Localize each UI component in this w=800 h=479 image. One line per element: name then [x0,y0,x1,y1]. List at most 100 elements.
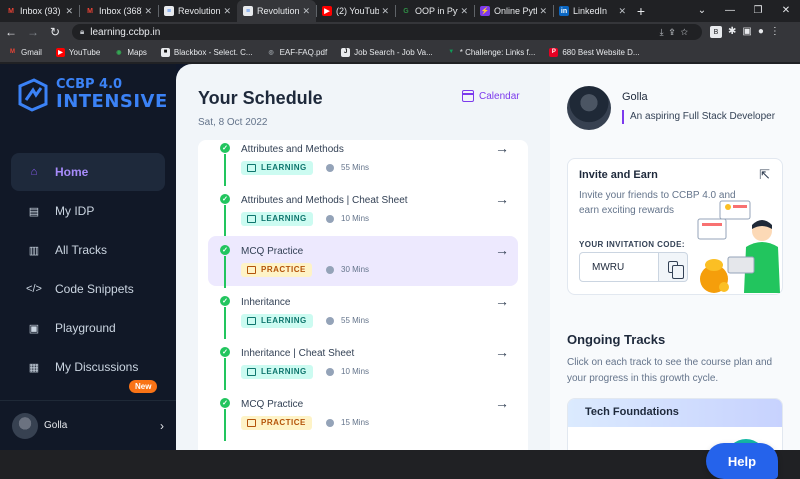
tab-search-icon[interactable]: ⌄ [688,0,716,22]
item-duration: 55 Mins [326,316,369,325]
check-icon: ✓ [220,296,230,306]
track-name: Tech Foundations [568,399,782,427]
minimize-icon[interactable]: — [716,0,744,22]
sidebar: CCBP 4.0 INTENSIVE ⌂ Home ▤ My IDP ▥ All… [0,64,176,450]
browser-tab[interactable]: in LinkedIn ✕ [553,0,632,22]
clock-icon [326,163,334,172]
sidebar-item-label: My IDP [55,204,95,218]
sidebar-item-all-tracks[interactable]: ▥ All Tracks [11,231,165,269]
arrow-right-icon[interactable]: → [495,242,509,258]
close-tab-icon[interactable]: ✕ [144,6,152,17]
clock-icon [326,214,334,223]
user-menu[interactable]: Golla › [0,400,176,450]
browser-tab[interactable]: ≡ Revolution ✕ [158,0,237,22]
right-panel: Golla An aspiring Full Stack Developer I… [550,64,800,450]
close-tab-icon[interactable]: ✕ [381,6,389,17]
browser-tab[interactable]: ▶(2) YouTube✕ [316,0,395,22]
list-item[interactable]: ✓ Inheritance → LEARNING 55 Mins [208,287,518,339]
ccbp-logo[interactable]: CCBP 4.0 INTENSIVE [16,78,168,112]
ccbp-icon: ≡ [243,6,253,16]
sidebar-item-code-snippets[interactable]: </> Code Snippets [11,270,165,308]
schedule-date: Sat, 8 Oct 2022 [198,117,268,128]
calendar-link[interactable]: Calendar [462,90,520,102]
browser-tab[interactable]: ⚡ Online Pyth ✕ [474,0,553,22]
sidebar-item-label: My Discussions [55,360,139,374]
list-item[interactable]: ✓ Attributes and Methods | Cheat Sheet →… [208,185,518,237]
address-bar[interactable]: 🔒︎ learning.ccbp.in ⤓⇪☆ [72,24,702,40]
bookmark-maps[interactable]: ◉ Maps [114,48,147,57]
browser-tab[interactable]: M Inbox (93) ✕ [0,0,79,22]
page-title: Your Schedule [198,88,323,108]
sidebar-item-home[interactable]: ⌂ Home [11,153,165,191]
bookmark-blackbox[interactable]: ■ Blackbox - Select. C... [160,47,253,57]
user-name: Golla [44,420,68,431]
close-tab-icon[interactable]: ✕ [539,6,547,17]
close-tab-icon[interactable]: ✕ [618,6,626,17]
check-icon: ✓ [220,194,230,204]
bookmark-youtube[interactable]: ▶ YouTube [55,47,100,57]
terminal-icon: ▣ [28,322,40,335]
help-button[interactable]: Help [706,443,778,479]
list-item[interactable]: ✓ Inheritance | Cheat Sheet → LEARNING 1… [208,338,518,390]
puzzle-icon[interactable]: ✱ [728,26,736,38]
close-tab-icon[interactable]: ✕ [460,6,468,17]
gmail-icon: M [10,49,15,55]
clipboard-icon [247,266,256,274]
new-tab-icon[interactable]: + [632,0,650,22]
list-item-highlighted[interactable]: ✓ MCQ Practice → PRACTICE 30 Mins [208,236,518,288]
browser-tab[interactable]: GOOP in Pyth✕ [395,0,474,22]
sidebar-item-label: Playground [55,321,116,335]
logo-line1: CCBP 4.0 [56,77,123,92]
arrow-right-icon[interactable]: → [495,395,509,411]
bookmark-pinterest[interactable]: P 680 Best Website D... [549,47,640,57]
item-title: Attributes and Methods | Cheat Sheet [241,195,408,206]
bookmark-eaf-faq[interactable]: ◎ EAF-FAQ.pdf [267,48,327,57]
menu-icon[interactable]: ⋮ [770,26,780,38]
restore-icon[interactable]: ❐ [744,0,772,22]
maps-icon: ◉ [116,49,122,56]
avatar [12,412,38,439]
item-title: MCQ Practice [241,399,304,410]
tab-strip: M Inbox (93) ✕ M Inbox (368) ✕ ≡ Revolution ✕ … [0,0,800,22]
forward-icon[interactable]: → [22,25,44,39]
arrow-right-icon[interactable]: → [495,191,509,207]
profile-icon[interactable]: ● [758,26,764,38]
arrow-right-icon[interactable]: → [495,344,509,360]
close-tab-icon[interactable]: ✕ [65,6,73,17]
sidebar-item-playground[interactable]: ▣ Playground [11,309,165,347]
back-icon[interactable]: ← [0,25,22,39]
profile-name: Golla [622,91,648,103]
browser-tab-active[interactable]: ≡ Revolution ✕ [237,0,316,22]
reload-icon[interactable]: ↻ [44,25,66,39]
bookmark-gmail[interactable]: M Gmail [8,48,42,57]
gmail-icon: M [8,7,14,15]
invite-illustration [697,200,780,293]
sidebar-item-my-idp[interactable]: ▤ My IDP [11,192,165,230]
profile-avatar[interactable] [567,86,611,130]
arrow-right-icon[interactable]: → [495,293,509,309]
close-window-icon[interactable]: ✕ [772,0,800,22]
close-tab-icon[interactable]: ✕ [302,6,310,17]
item-tag: PRACTICE [241,263,312,277]
external-link-icon[interactable]: ⇱ [759,167,770,183]
window-controls: ⌄ — ❐ ✕ [688,0,800,22]
lock-icon: 🔒︎ [80,27,85,36]
address-bar-icons[interactable]: ⤓⇪☆ [660,27,694,38]
bookmark-job-search[interactable]: J Job Search - Job Va... [341,47,433,57]
book-icon: ▥ [28,244,40,257]
browser-toolbar: ← → ↻ 🔒︎ learning.ccbp.in ⤓⇪☆ B ✱ ▣ ● ⋮ [0,22,800,42]
ongoing-description: Click on each track to see the course pl… [567,357,773,384]
list-item[interactable]: ✓ MCQ Practice → PRACTICE 15 Mins [208,389,518,441]
arrow-right-icon[interactable]: → [495,140,509,156]
copy-button[interactable] [658,252,688,282]
close-tab-icon[interactable]: ✕ [223,6,231,17]
url-text: learning.ccbp.in [90,26,161,38]
list-item[interactable]: ✓ Attributes and Methods → LEARNING 55 M… [208,134,518,186]
extension-icon[interactable]: B [710,26,722,38]
browser-tab[interactable]: M Inbox (368) ✕ [79,0,158,22]
book-icon [247,368,256,376]
sidepanel-icon[interactable]: ▣ [742,26,751,38]
check-icon: ✓ [220,398,230,408]
item-title: Inheritance [241,297,291,308]
bookmark-challenge[interactable]: ▼ * Challenge: Links f... [447,48,535,57]
